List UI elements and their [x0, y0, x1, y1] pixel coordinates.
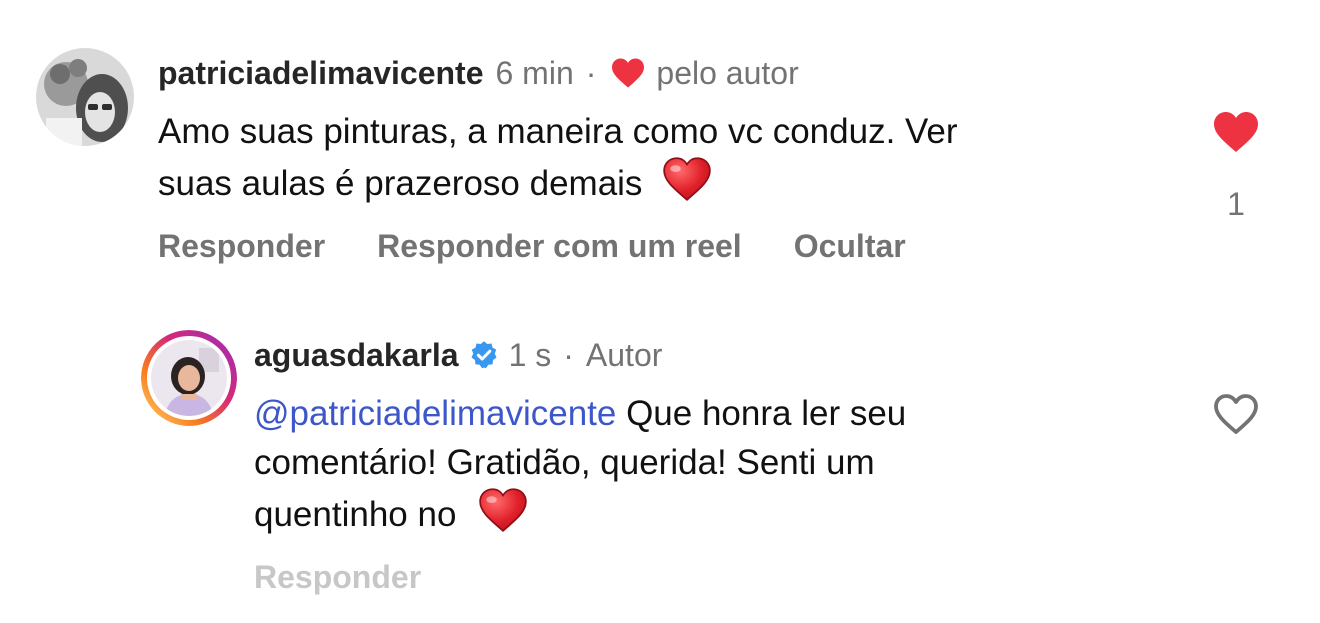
reply-reply-button[interactable]: Responder	[254, 559, 421, 596]
reply-username[interactable]: aguasdakarla	[254, 335, 459, 375]
comment-time: 6 min	[495, 55, 574, 91]
like-count: 1	[1227, 186, 1245, 222]
comment-text-line-2: suas aulas é prazeroso demais	[158, 156, 712, 215]
reply-text-line-2: comentário! Gratidão, querida! Senti um	[254, 443, 875, 482]
filled-heart-icon	[1212, 112, 1260, 158]
red-heart-emoji-icon	[478, 487, 528, 546]
reply-meta-separator: ·	[563, 337, 574, 373]
commenter-username[interactable]: patriciadelimavicente	[158, 53, 483, 93]
reply-text-line-3: quentinho no	[254, 487, 528, 546]
reply-header: aguasdakarla 1 s · Autor	[254, 335, 662, 375]
reply-avatar-story-ring[interactable]	[141, 330, 237, 426]
comment-text-line-1: Amo suas pinturas, a maneira como vc con…	[158, 112, 958, 151]
mention-link[interactable]: @patriciadelimavicente	[254, 394, 616, 433]
reply-with-reel-button[interactable]: Responder com um reel	[377, 228, 742, 265]
comment-text-line-2-text: suas aulas é prazeroso demais	[158, 163, 643, 203]
meta-separator: ·	[585, 55, 597, 91]
author-badge-label: Autor	[585, 337, 663, 373]
heart-outline-icon	[1212, 394, 1260, 440]
reply-time: 1 s	[508, 337, 552, 373]
reply-button[interactable]: Responder	[158, 228, 325, 265]
commenter-avatar[interactable]	[36, 48, 134, 146]
comment-like-button[interactable]	[1212, 110, 1260, 159]
reply-text-line-1: @patriciadelimavicente Que honra ler seu	[254, 389, 906, 438]
reply-text-line-3-text: quentinho no	[254, 494, 457, 534]
comment-header: patriciadelimavicente 6 min · pelo autor	[158, 53, 799, 93]
reply-like-button[interactable]	[1212, 392, 1260, 441]
reply-text-line-1-rest: Que honra ler seu	[616, 394, 907, 433]
verified-badge-icon	[469, 340, 499, 370]
liked-by-author-label: pelo autor	[656, 55, 799, 91]
reply-actions: Responder	[254, 559, 421, 596]
red-heart-emoji-icon	[662, 156, 712, 215]
comment-actions: Responder Responder com um reel Ocultar	[158, 228, 906, 265]
author-liked-heart-icon	[610, 57, 646, 89]
hide-button[interactable]: Ocultar	[794, 228, 906, 265]
